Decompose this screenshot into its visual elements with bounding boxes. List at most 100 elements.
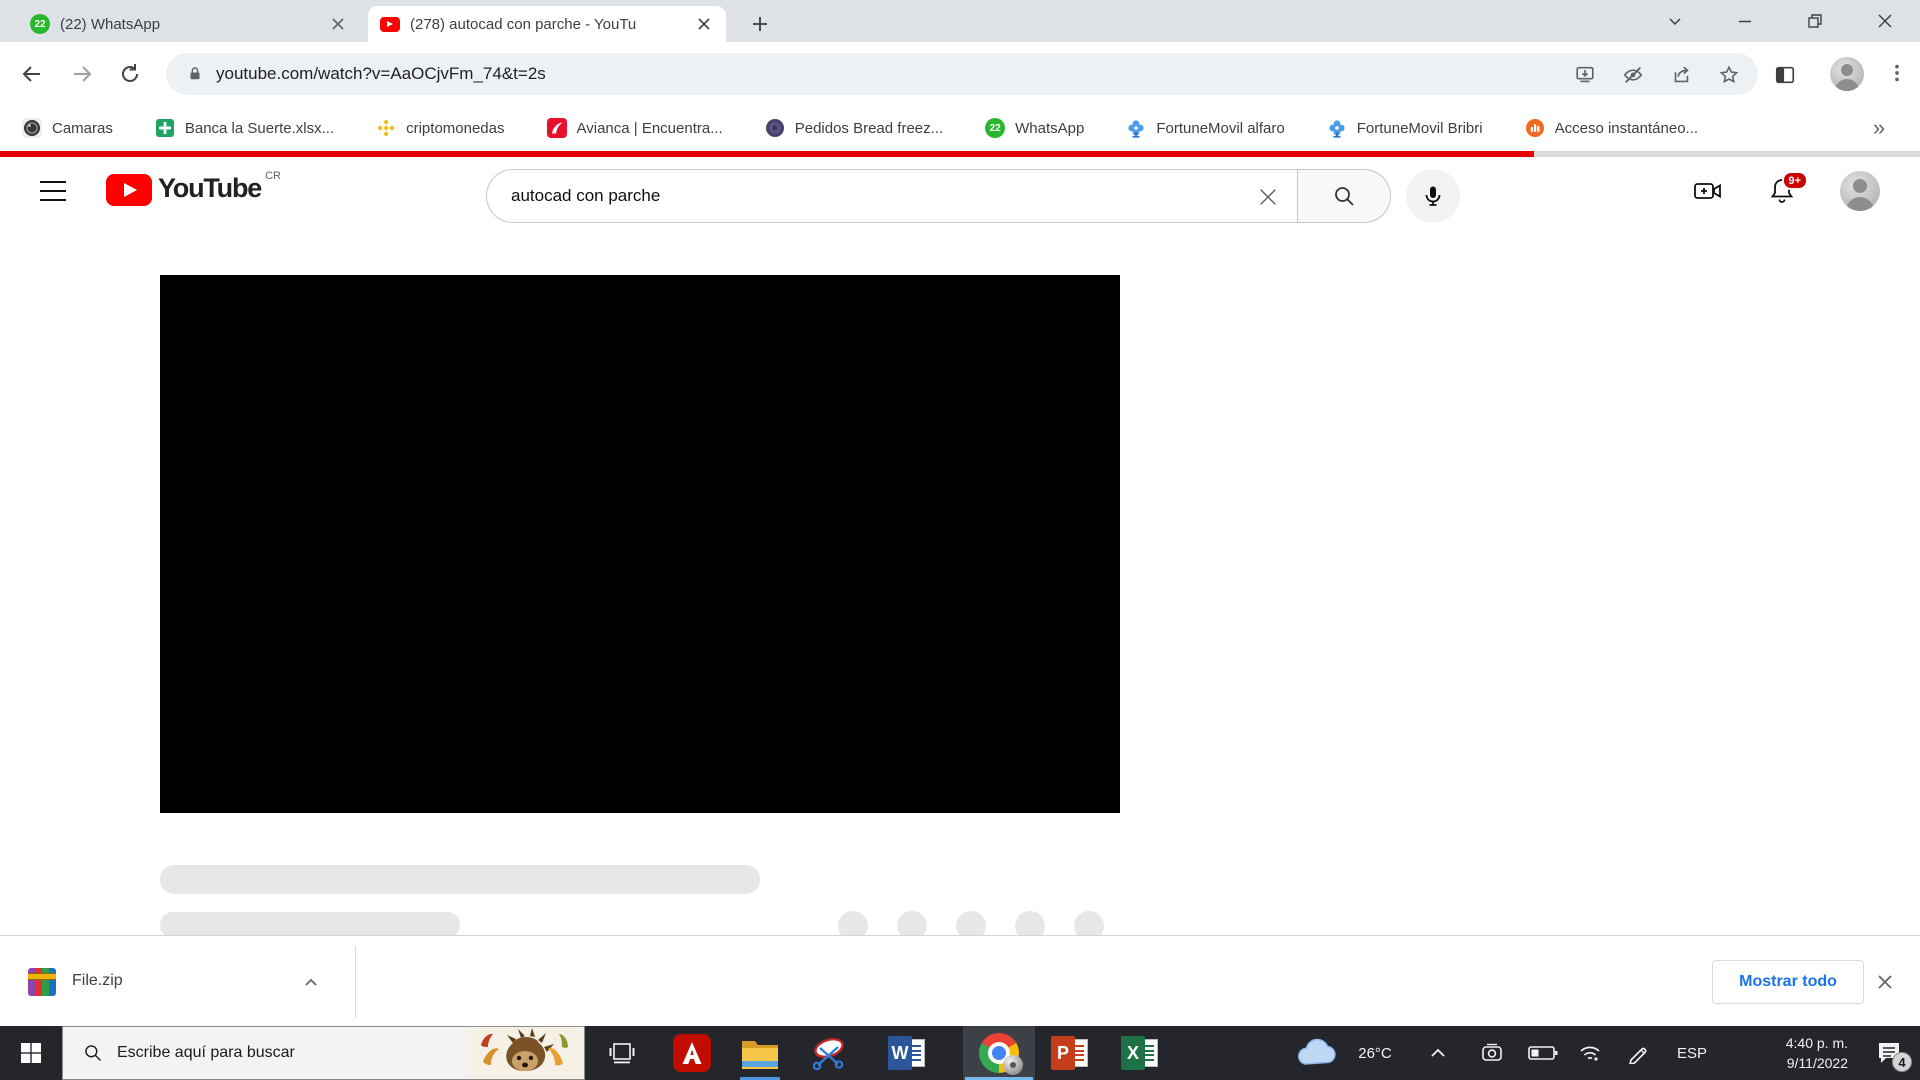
bookmark-pedidos-bread[interactable]: Pedidos Bread freez... [759, 112, 949, 144]
address-bar[interactable]: youtube.com/watch?v=AaOCjvFm_74&t=2s [166, 53, 1758, 95]
taskbar-search-box[interactable] [62, 1026, 585, 1080]
download-shelf: File.zip Mostrar todo [0, 935, 1920, 1026]
shelf-divider [355, 946, 356, 1018]
loading-avatar-placeholder [838, 911, 868, 935]
desktop: 22 (22) WhatsApp (278) autocad con parch… [0, 0, 1920, 1080]
excel-icon[interactable]: X [1117, 1026, 1165, 1080]
video-player[interactable] [160, 275, 1120, 813]
clear-search-icon[interactable] [1252, 181, 1284, 213]
powerpoint-letter: P [1051, 1036, 1075, 1070]
capture-device-icon[interactable] [1472, 1026, 1512, 1080]
bookmark-star-icon[interactable] [1716, 62, 1742, 88]
show-all-downloads-button[interactable]: Mostrar todo [1712, 960, 1864, 1004]
loading-avatar-placeholder [1074, 911, 1104, 935]
youtube-search-input[interactable] [511, 186, 1211, 206]
bookmark-acceso-instantaneo[interactable]: Acceso instantáneo... [1519, 112, 1704, 144]
weather-cloud-icon[interactable] [1288, 1026, 1344, 1080]
taskbar-search-input[interactable] [117, 1044, 417, 1062]
create-video-icon[interactable] [1692, 175, 1724, 207]
notifications-bell-icon[interactable]: 9+ [1766, 175, 1798, 207]
tab-close-icon[interactable] [694, 14, 714, 34]
winrar-file-icon [28, 968, 56, 996]
powerpoint-icon[interactable]: P [1047, 1026, 1095, 1080]
close-window-button[interactable] [1856, 0, 1914, 42]
whatsapp-icon: 22 [985, 118, 1005, 138]
youtube-page-content [0, 225, 1920, 935]
search-highlight-hedgehog-image[interactable] [467, 1027, 584, 1079]
bookmark-fortunemovil-alfaro[interactable]: FortuneMovil alfaro [1120, 112, 1290, 144]
start-button[interactable] [0, 1026, 62, 1080]
action-center-button[interactable]: 4 [1858, 1026, 1920, 1080]
restore-button[interactable] [1786, 0, 1844, 42]
share-icon[interactable] [1668, 62, 1694, 88]
loading-avatar-placeholder [956, 911, 986, 935]
back-button[interactable] [14, 56, 50, 92]
bookmark-criptomonedas[interactable]: criptomonedas [370, 112, 510, 144]
tab-close-icon[interactable] [328, 14, 348, 34]
tab-youtube-active[interactable]: (278) autocad con parche - YouTu [368, 6, 726, 42]
browser-profile-avatar[interactable] [1830, 57, 1864, 91]
preview-hidden-eye-icon[interactable] [1620, 62, 1646, 88]
lock-icon[interactable] [186, 65, 204, 83]
chrome-logo-icon [979, 1033, 1019, 1073]
loading-text-placeholder [160, 912, 460, 935]
browser-toolbar: youtube.com/watch?v=AaOCjvFm_74&t=2s [0, 42, 1920, 105]
bookmark-avianca[interactable]: Avianca | Encuentra... [541, 112, 729, 144]
youtube-logo[interactable]: YouTube CR [106, 172, 281, 206]
window-menu-chevron-icon[interactable] [1646, 0, 1704, 42]
side-panel-icon[interactable] [1772, 62, 1798, 88]
close-shelf-icon[interactable] [1872, 969, 1898, 995]
download-options-chevron-icon[interactable] [298, 970, 324, 996]
install-app-icon[interactable] [1572, 62, 1598, 88]
snipping-tool-icon[interactable] [804, 1026, 852, 1080]
bookmark-fortunemovil-bribri[interactable]: FortuneMovil Bribri [1321, 112, 1489, 144]
windows-taskbar: W P X 26°C [0, 1026, 1920, 1080]
new-tab-button[interactable] [744, 8, 776, 40]
notification-count-badge: 4 [1892, 1052, 1912, 1072]
word-letter: W [888, 1036, 912, 1070]
reload-button[interactable] [112, 56, 148, 92]
search-button[interactable] [1297, 169, 1391, 223]
youtube-account-avatar[interactable] [1840, 171, 1880, 211]
youtube-play-icon [106, 174, 152, 206]
spreadsheet-icon [155, 118, 175, 138]
whatsapp-favicon-icon: 22 [30, 14, 50, 34]
forward-button[interactable] [64, 56, 100, 92]
tray-overflow-chevron-icon[interactable] [1420, 1026, 1456, 1080]
youtube-logo-text: YouTube [158, 173, 261, 204]
bookmark-banca-la-suerte[interactable]: Banca la Suerte.xlsx... [149, 112, 340, 144]
search-icon [83, 1043, 103, 1063]
temperature-text[interactable]: 26°C [1346, 1026, 1404, 1080]
minimize-button[interactable] [1716, 0, 1774, 42]
bookmarks-overflow-chevron-icon[interactable]: » [1864, 113, 1894, 143]
tab-whatsapp[interactable]: 22 (22) WhatsApp [18, 6, 360, 42]
pen-icon[interactable] [1618, 1026, 1658, 1080]
youtube-country-code: CR [265, 170, 281, 182]
youtube-masthead: YouTube CR 9+ [0, 157, 1920, 225]
downloaded-file-name[interactable]: File.zip [72, 972, 123, 990]
loading-avatar-placeholder [897, 911, 927, 935]
youtube-search-box [486, 169, 1298, 223]
bookmark-whatsapp[interactable]: 22 WhatsApp [979, 112, 1090, 144]
clock-date: 9/11/2022 [1787, 1053, 1848, 1073]
taskbar-clock[interactable]: 4:40 p. m. 9/11/2022 [1738, 1026, 1848, 1080]
browser-menu-icon[interactable] [1886, 62, 1908, 89]
acrobat-reader-icon[interactable] [668, 1026, 716, 1080]
battery-icon[interactable] [1522, 1026, 1564, 1080]
voice-search-button[interactable] [1406, 169, 1460, 223]
file-explorer-icon[interactable] [736, 1026, 784, 1080]
tab-title: (22) WhatsApp [60, 16, 318, 33]
task-view-button[interactable] [598, 1026, 646, 1080]
wifi-icon[interactable] [1570, 1026, 1610, 1080]
binance-diamond-icon [376, 118, 396, 138]
clock-time: 4:40 p. m. [1786, 1033, 1848, 1053]
guide-menu-icon[interactable] [40, 179, 66, 203]
browser-tab-strip: 22 (22) WhatsApp (278) autocad con parch… [0, 0, 1920, 42]
fortunemovil-pinwheel-icon [1126, 118, 1146, 138]
keyboard-language[interactable]: ESP [1664, 1026, 1720, 1080]
bar-chart-icon [1525, 118, 1545, 138]
word-icon[interactable]: W [884, 1026, 932, 1080]
chrome-icon-active[interactable] [963, 1026, 1035, 1080]
url-text[interactable]: youtube.com/watch?v=AaOCjvFm_74&t=2s [216, 64, 546, 84]
bookmark-camaras[interactable]: Camaras [16, 112, 119, 144]
